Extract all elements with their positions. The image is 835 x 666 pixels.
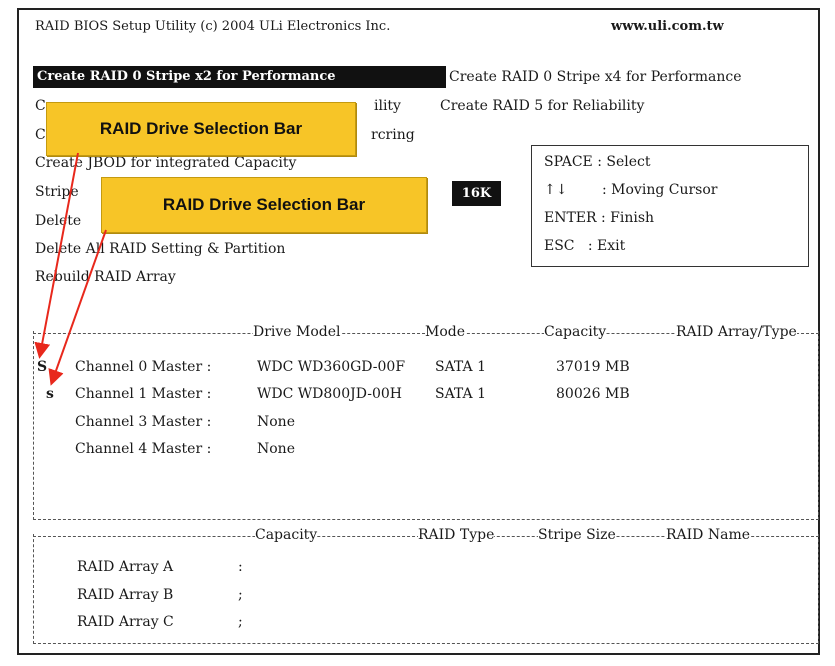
- help-enter: ENTER : Finish: [544, 210, 655, 226]
- help-esc: ESC : Exit: [544, 238, 626, 254]
- drive-mode: SATA 1: [435, 386, 486, 402]
- menu-item-stripe-size[interactable]: Stripe: [35, 183, 79, 201]
- array-name: RAID Array C: [77, 614, 174, 630]
- help-arrows: : Moving Cursor: [602, 182, 718, 198]
- drive-model: None: [257, 414, 295, 430]
- stripe-size-value[interactable]: 16K: [452, 181, 501, 206]
- drive-mode: SATA 1: [435, 359, 486, 375]
- array-sep: ;: [238, 614, 243, 630]
- menu-item-raid1-a[interactable]: C: [35, 97, 46, 115]
- drive-capacity: 80026 MB: [556, 386, 630, 402]
- callout-bottom: RAID Drive Selection Bar: [101, 177, 427, 233]
- drive-capacity: 37019 MB: [556, 359, 630, 375]
- help-arrows-symbol: ↑↓: [544, 182, 568, 198]
- menu-item-delete[interactable]: Delete: [35, 212, 81, 230]
- callout-top: RAID Drive Selection Bar: [46, 102, 356, 156]
- array-name: RAID Array B: [77, 587, 174, 603]
- drive-model: WDC WD360GD-00F: [257, 359, 406, 375]
- drive-select-marker: S: [37, 359, 48, 375]
- drive-channel: Channel 0 Master :: [75, 359, 212, 375]
- array-sep: :: [238, 559, 243, 575]
- website-url: www.uli.com.tw: [611, 19, 724, 34]
- drive-channel: Channel 4 Master :: [75, 441, 212, 457]
- drive-channel: Channel 1 Master :: [75, 386, 212, 402]
- menu-item-mirror-b[interactable]: rcring: [371, 126, 415, 144]
- menu-item-raid1-b[interactable]: ility: [374, 97, 401, 115]
- drive-model: None: [257, 441, 295, 457]
- menu-item-raid0-x4[interactable]: Create RAID 0 Stripe x4 for Performance: [449, 68, 742, 86]
- drive-model: WDC WD800JD-00H: [257, 386, 402, 402]
- menu-item-raid0-x2[interactable]: Create RAID 0 Stripe x2 for Performance: [33, 66, 446, 88]
- menu-item-delete-all[interactable]: Delete All RAID Setting & Partition: [35, 240, 285, 258]
- menu-item-mirror-a[interactable]: C: [35, 126, 46, 144]
- menu-item-raid5[interactable]: Create RAID 5 for Reliability: [440, 97, 644, 115]
- bios-title: RAID BIOS Setup Utility (c) 2004 ULi Ele…: [35, 19, 391, 34]
- drive-select-marker: s: [46, 386, 54, 402]
- drive-channel: Channel 3 Master :: [75, 414, 212, 430]
- array-sep: ;: [238, 587, 243, 603]
- array-name: RAID Array A: [77, 559, 174, 575]
- menu-item-jbod[interactable]: Create JBOD for integrated Capacity: [35, 154, 296, 172]
- menu-item-rebuild[interactable]: Rebuild RAID Array: [35, 268, 176, 286]
- key-help-box: SPACE : Select ↑↓ : Moving Cursor ENTER …: [531, 145, 809, 267]
- help-space: SPACE : Select: [544, 154, 651, 170]
